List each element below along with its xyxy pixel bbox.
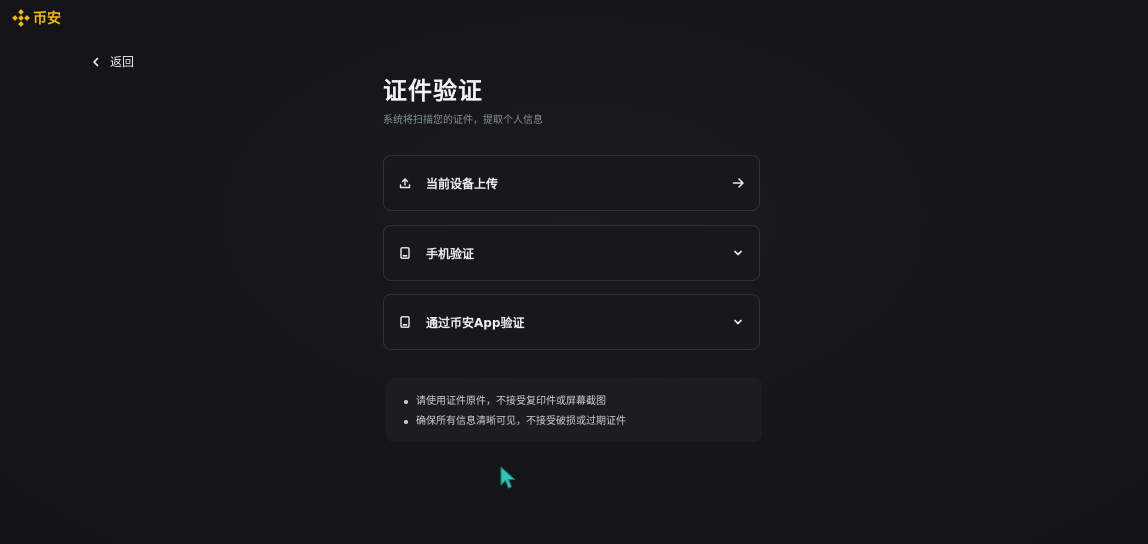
back-button[interactable]: 返回 <box>92 53 134 70</box>
option-label: 通过币安App验证 <box>426 315 525 330</box>
page-subtitle: 系统将扫描您的证件，提取个人信息 <box>383 115 543 126</box>
verification-panel: 证件验证 系统将扫描您的证件，提取个人信息 当前设备上传 手机验证 通过币安Ap… <box>383 74 762 442</box>
upload-icon <box>398 176 412 190</box>
arrow-right-icon <box>731 176 745 190</box>
phone-icon <box>398 246 412 260</box>
binance-logo-icon <box>12 9 30 27</box>
chevron-down-icon <box>731 246 745 260</box>
brand-name: 币安 <box>33 11 61 27</box>
option-label: 手机验证 <box>426 246 475 261</box>
note-item: 请使用证件原件，不接受复印件或屏幕截图 <box>402 392 746 412</box>
option-label: 当前设备上传 <box>426 176 499 191</box>
mouse-cursor-icon <box>500 466 516 494</box>
note-item: 确保所有信息清晰可见，不接受破损或过期证件 <box>402 412 746 432</box>
option-phone-verification[interactable]: 手机验证 <box>383 225 760 281</box>
option-app-verification[interactable]: 通过币安App验证 <box>383 294 760 350</box>
chevron-down-icon <box>731 315 745 329</box>
phone-icon <box>398 315 412 329</box>
page: 币安 返回 证件验证 系统将扫描您的证件，提取个人信息 当前设备上传 手机验证 … <box>0 0 1148 544</box>
notes-list: 请使用证件原件，不接受复印件或屏幕截图 确保所有信息清晰可见，不接受破损或过期证… <box>402 392 746 432</box>
option-upload-from-device[interactable]: 当前设备上传 <box>383 155 760 211</box>
chevron-left-icon <box>92 57 100 67</box>
page-title: 证件验证 <box>383 77 483 105</box>
requirements-notes: 请使用证件原件，不接受复印件或屏幕截图 确保所有信息清晰可见，不接受破损或过期证… <box>386 378 762 442</box>
back-label: 返回 <box>110 55 135 69</box>
brand-logo[interactable]: 币安 <box>12 8 61 28</box>
